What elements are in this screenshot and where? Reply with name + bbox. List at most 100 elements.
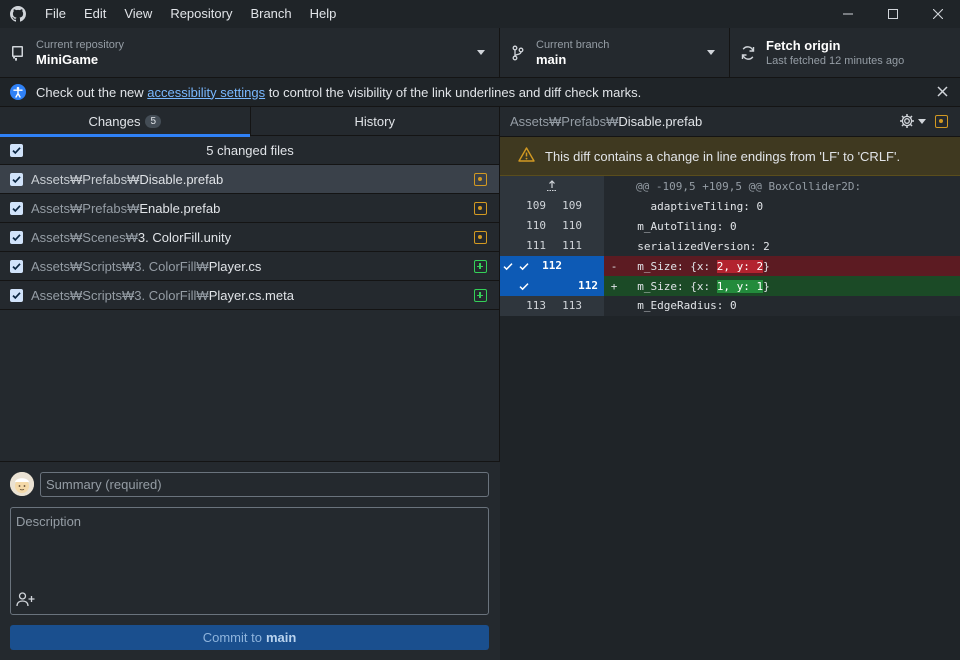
diff-view: @@ -109,5 +109,5 @@ BoxCollider2D: 109 10… (500, 176, 960, 316)
commit-form: Commit tomain (0, 461, 500, 660)
chevron-down-icon (918, 118, 926, 124)
file-row-player-cs[interactable]: Assets₩Scripts₩3. ColorFill₩Player.cs (0, 252, 499, 281)
warning-icon (518, 147, 535, 165)
file-path: Assets₩Scripts₩3. ColorFill₩Player.cs.me… (31, 287, 294, 303)
banner-text: Check out the new accessibility settings… (36, 84, 642, 100)
checkmark-icon (12, 204, 21, 212)
accessibility-settings-link[interactable]: accessibility settings (147, 85, 265, 100)
accessibility-icon (0, 84, 36, 100)
file-checkbox[interactable] (10, 172, 23, 186)
line-ending-warning: This diff contains a change in line endi… (500, 137, 960, 176)
line-include-checkbox[interactable] (516, 256, 532, 276)
file-modified-icon (474, 202, 487, 215)
title-bar: File Edit View Repository Branch Help (0, 0, 960, 28)
changed-files-header: 5 changed files (0, 136, 499, 165)
close-icon (937, 86, 948, 97)
diff-line: 111 111 serializedVersion: 2 (500, 236, 960, 256)
checkmark-icon (519, 262, 529, 270)
menu-branch[interactable]: Branch (241, 0, 300, 28)
commit-branch-name: main (265, 630, 297, 645)
close-icon (932, 9, 943, 19)
changes-panel: Changes 5 History 5 changed files Assets₩… (0, 107, 500, 660)
menu-view[interactable]: View (115, 0, 161, 28)
chevron-down-icon (707, 50, 715, 55)
checkmark-icon (12, 291, 21, 299)
repo-name: MiniGame (36, 52, 99, 67)
file-checkbox[interactable] (10, 201, 23, 215)
menu-help[interactable]: Help (301, 0, 346, 28)
branch-icon (500, 45, 536, 61)
file-checkbox[interactable] (10, 288, 23, 302)
github-logo-icon (0, 0, 36, 28)
checkmark-icon (519, 282, 529, 290)
select-all-checkbox[interactable] (10, 143, 23, 157)
diff-options-button[interactable] (899, 113, 926, 129)
file-row-enable-prefab[interactable]: Assets₩Prefabs₩Enable.prefab (0, 194, 499, 223)
file-path: Assets₩Prefabs₩Enable.prefab (31, 200, 221, 216)
hunk-header: @@ -109,5 +109,5 @@ BoxCollider2D: (500, 176, 960, 196)
add-coauthor-button[interactable] (16, 591, 36, 610)
tab-bar: Changes 5 History (0, 107, 500, 137)
file-added-icon (474, 289, 487, 302)
menu-file[interactable]: File (36, 0, 75, 28)
diff-line: 110 110 m_AutoTiling: 0 (500, 216, 960, 236)
tab-changes[interactable]: Changes 5 (0, 107, 250, 137)
window-controls (825, 0, 960, 28)
accessibility-banner: Check out the new accessibility settings… (0, 78, 960, 107)
expand-up-button[interactable] (516, 180, 588, 192)
commit-button[interactable]: Commit to main (10, 625, 489, 650)
avatar (10, 472, 34, 496)
sync-icon (730, 45, 766, 61)
line-select-toggle[interactable] (500, 256, 516, 276)
file-modified-icon (935, 115, 948, 128)
checkmark-icon (12, 233, 21, 241)
diff-line-added[interactable]: 112 + m_Size: {x: 1, y: 1} (500, 276, 960, 296)
line-include-checkbox[interactable] (516, 276, 532, 296)
repo-icon (0, 45, 36, 61)
file-modified-icon (474, 173, 487, 186)
branch-name: main (536, 52, 567, 67)
gear-icon (900, 114, 914, 128)
description-input[interactable] (11, 508, 488, 592)
file-row-colorfill-unity[interactable]: Assets₩Scenes₩3. ColorFill.unity (0, 223, 499, 252)
file-row-disable-prefab[interactable]: Assets₩Prefabs₩Disable.prefab (0, 165, 499, 194)
tab-history[interactable]: History (249, 107, 500, 136)
warning-text: This diff contains a change in line endi… (545, 148, 901, 164)
branch-label: Current branch (536, 39, 610, 51)
maximize-icon (887, 9, 898, 19)
toolbar: Current repository MiniGame Current bran… (0, 28, 960, 78)
changed-files-count: 5 changed files (206, 142, 294, 158)
file-path: Assets₩Scenes₩3. ColorFill.unity (31, 229, 232, 245)
expand-up-icon (547, 180, 557, 191)
chevron-down-icon (477, 50, 485, 55)
file-path: Assets₩Scripts₩3. ColorFill₩Player.cs (31, 258, 262, 274)
hunk-header-text: @@ -109,5 +109,5 @@ BoxCollider2D: (636, 179, 862, 193)
checkmark-icon (12, 146, 21, 154)
file-path: Assets₩Prefabs₩Disable.prefab (31, 171, 224, 187)
repo-label: Current repository (36, 39, 125, 51)
file-added-icon (474, 260, 487, 273)
file-checkbox[interactable] (10, 230, 23, 244)
fetch-origin-button[interactable]: Fetch origin Last fetched 12 minutes ago (730, 28, 960, 78)
menu-bar: File Edit View Repository Branch Help (36, 0, 345, 28)
fetch-sub: Last fetched 12 minutes ago (766, 55, 905, 67)
banner-close-button[interactable] (937, 85, 948, 100)
current-repository-dropdown[interactable]: Current repository MiniGame (0, 28, 500, 78)
close-window-button[interactable] (915, 0, 960, 28)
file-row-player-cs-meta[interactable]: Assets₩Scripts₩3. ColorFill₩Player.cs.me… (0, 281, 499, 310)
fetch-label: Fetch origin (766, 38, 841, 53)
minimize-button[interactable] (825, 0, 870, 28)
maximize-button[interactable] (870, 0, 915, 28)
description-box (10, 507, 489, 615)
diff-file-path: Assets₩Prefabs₩Disable.prefab (510, 114, 703, 129)
checkmark-icon (12, 175, 21, 183)
summary-input[interactable] (40, 472, 489, 497)
file-checkbox[interactable] (10, 259, 23, 273)
menu-repository[interactable]: Repository (161, 0, 241, 28)
file-modified-icon (474, 231, 487, 244)
changes-count-badge: 5 (145, 115, 162, 128)
diff-line: 109 109 adaptiveTiling: 0 (500, 196, 960, 216)
current-branch-dropdown[interactable]: Current branch main (500, 28, 730, 78)
menu-edit[interactable]: Edit (75, 0, 115, 28)
diff-line-deleted[interactable]: 112 - m_Size: {x: 2, y: 2} (500, 256, 960, 276)
